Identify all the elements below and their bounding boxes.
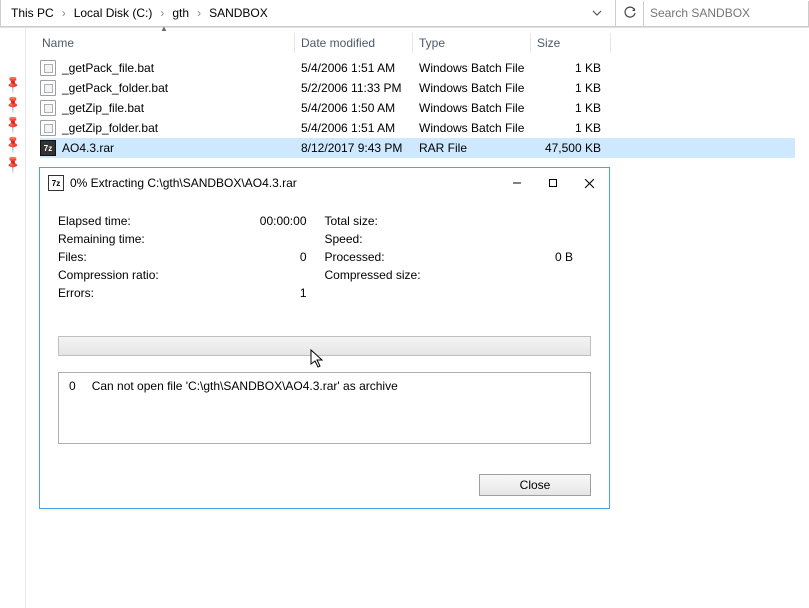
file-type: RAR File — [413, 141, 531, 155]
refresh-button[interactable] — [616, 1, 644, 27]
stat-row: Remaining time: — [58, 230, 325, 248]
stat-label: Processed: — [325, 248, 542, 266]
batch-file-icon — [40, 100, 56, 116]
stat-value: 0 — [275, 248, 325, 266]
batch-file-icon — [40, 80, 56, 96]
file-type: Windows Batch File — [413, 121, 531, 135]
file-type: Windows Batch File — [413, 81, 531, 95]
stat-label: Elapsed time: — [58, 212, 260, 230]
stat-label: Compression ratio: — [58, 266, 275, 284]
dialog-footer: Close — [479, 474, 591, 496]
file-type: Windows Batch File — [413, 61, 531, 75]
stat-value — [275, 266, 325, 284]
column-header-size[interactable]: Size — [531, 33, 611, 53]
stat-row: Processed:0 B — [325, 248, 592, 266]
address-bar[interactable]: This PC › Local Disk (C:) › gth › SANDBO… — [0, 0, 616, 27]
file-rows: _getPack_file.bat5/4/2006 1:51 AMWindows… — [26, 58, 809, 158]
file-row[interactable]: _getZip_folder.bat 5/4/2006 1:51 AMWindow… — [40, 118, 795, 138]
batch-file-icon — [40, 120, 56, 136]
maximize-button[interactable] — [535, 169, 571, 197]
file-date: 5/4/2006 1:51 AM — [295, 61, 413, 75]
file-row[interactable]: 7z AO4.3.rar 8/12/2017 9:43 PMRAR File47,5… — [40, 138, 795, 158]
close-icon[interactable] — [571, 169, 607, 197]
file-size: 1 KB — [531, 81, 611, 95]
stat-value: 1 — [275, 284, 325, 302]
chevron-right-icon: › — [156, 0, 168, 26]
stat-value: 00:00:00 — [260, 212, 325, 230]
minimize-button[interactable] — [499, 169, 535, 197]
search-input[interactable] — [644, 1, 809, 27]
column-header-name[interactable]: Name ▲ — [40, 33, 295, 53]
file-size: 1 KB — [531, 121, 611, 135]
stat-row: Speed: — [325, 230, 592, 248]
log-row: 0 Can not open file 'C:\gth\SANDBOX\AO4.… — [69, 379, 580, 393]
stat-label: Speed: — [325, 230, 542, 248]
stat-value — [541, 266, 591, 284]
column-header-type[interactable]: Type — [413, 33, 531, 53]
stat-label: Remaining time: — [58, 230, 275, 248]
file-date: 5/4/2006 1:50 AM — [295, 101, 413, 115]
stat-label: Total size: — [325, 212, 542, 230]
file-size: 1 KB — [531, 61, 611, 75]
breadcrumb-item[interactable]: gth — [168, 0, 193, 26]
stat-label: Errors: — [58, 284, 275, 302]
sort-ascending-icon: ▲ — [160, 24, 168, 33]
stat-value — [275, 230, 325, 248]
archive-icon: 7z — [40, 140, 56, 156]
dialog-titlebar[interactable]: 7z 0% Extracting C:\gth\SANDBOX\AO4.3.ra… — [40, 168, 609, 198]
file-name: _getZip_file.bat — [62, 101, 144, 115]
stat-value: 0 B — [541, 248, 591, 266]
breadcrumb-item[interactable]: SANDBOX — [205, 0, 272, 26]
file-date: 5/4/2006 1:51 AM — [295, 121, 413, 135]
extraction-dialog: 7z 0% Extracting C:\gth\SANDBOX\AO4.3.ra… — [39, 167, 610, 509]
stat-label: Compressed size: — [325, 266, 542, 284]
file-date: 8/12/2017 9:43 PM — [295, 141, 413, 155]
column-label: Name — [42, 36, 74, 50]
stat-row: Compression ratio: — [58, 266, 325, 284]
column-header-date[interactable]: Date modified — [295, 33, 413, 53]
file-row[interactable]: _getZip_file.bat 5/4/2006 1:50 AMWindows … — [40, 98, 795, 118]
breadcrumb-item[interactable]: Local Disk (C:) — [70, 0, 157, 26]
error-log[interactable]: 0 Can not open file 'C:\gth\SANDBOX\AO4.… — [58, 372, 591, 444]
stat-label: Files: — [58, 248, 275, 266]
dialog-body: Elapsed time:00:00:00Remaining time:File… — [40, 198, 609, 458]
stats-grid: Elapsed time:00:00:00Remaining time:File… — [58, 212, 591, 302]
file-row[interactable]: _getPack_file.bat 5/4/2006 1:51 AMWindows… — [40, 58, 795, 78]
progress-bar — [58, 336, 591, 356]
stat-row: Files:0 — [58, 248, 325, 266]
stat-value — [541, 230, 591, 248]
explorer-toolbar: This PC › Local Disk (C:) › gth › SANDBO… — [0, 0, 809, 28]
stat-row: Errors:1 — [58, 284, 325, 302]
stat-row: Elapsed time:00:00:00 — [58, 212, 325, 230]
column-headers: Name ▲ Date modified Type Size — [26, 28, 809, 58]
stat-value — [541, 212, 591, 230]
nav-pane-collapsed: 📌 📌 📌 📌 📌 — [0, 28, 26, 608]
file-date: 5/2/2006 11:33 PM — [295, 81, 413, 95]
app-icon: 7z — [48, 175, 64, 191]
close-button[interactable]: Close — [479, 474, 591, 496]
stat-row: Total size: — [325, 212, 592, 230]
chevron-right-icon: › — [58, 0, 70, 26]
batch-file-icon — [40, 60, 56, 76]
file-row[interactable]: _getPack_folder.bat 5/2/2006 11:33 PMWind… — [40, 78, 795, 98]
address-dropdown-button[interactable] — [585, 0, 609, 26]
chevron-right-icon: › — [193, 0, 205, 26]
stat-row: Compressed size: — [325, 266, 592, 284]
log-message: Can not open file 'C:\gth\SANDBOX\AO4.3.… — [92, 379, 398, 393]
file-size: 47,500 KB — [531, 141, 611, 155]
file-name: _getPack_folder.bat — [62, 81, 168, 95]
file-name: AO4.3.rar — [62, 141, 114, 155]
file-size: 1 KB — [531, 101, 611, 115]
log-col0: 0 — [69, 379, 76, 393]
dialog-title: 0% Extracting C:\gth\SANDBOX\AO4.3.rar — [70, 176, 499, 190]
breadcrumb-item[interactable]: This PC — [7, 0, 58, 26]
file-name: _getZip_folder.bat — [62, 121, 158, 135]
file-type: Windows Batch File — [413, 101, 531, 115]
file-name: _getPack_file.bat — [62, 61, 154, 75]
